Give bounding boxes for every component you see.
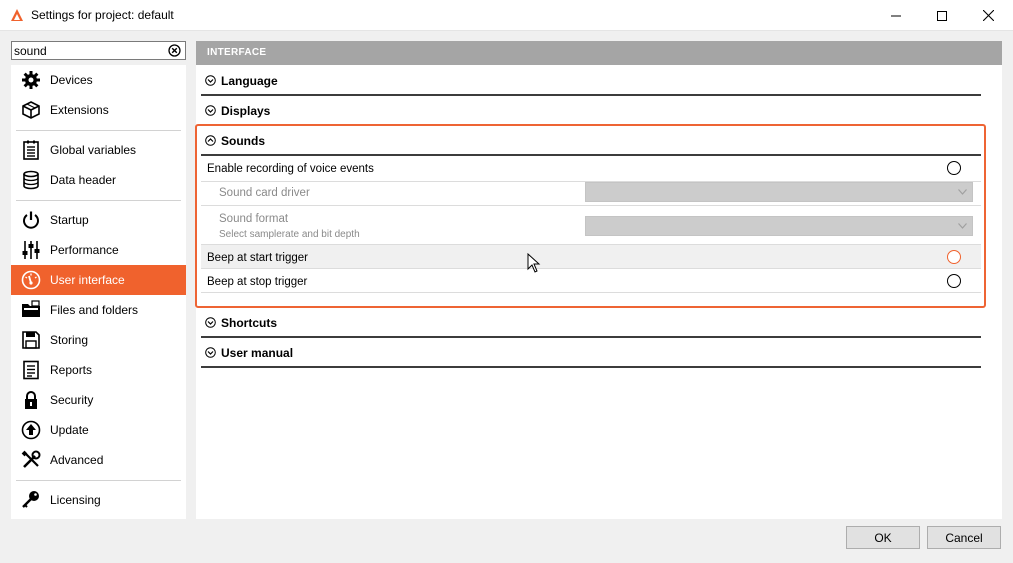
section-title: Language — [221, 74, 278, 88]
chevron-down-icon — [205, 75, 216, 86]
section-displays[interactable]: Displays — [201, 96, 981, 126]
sidebar-item-label: Data header — [50, 173, 117, 187]
minimize-button[interactable] — [873, 0, 919, 31]
sidebar-item-licensing[interactable]: Licensing — [11, 485, 186, 515]
sidebar-item-user-interface[interactable]: User interface — [11, 265, 186, 295]
sidebar-divider — [16, 200, 181, 201]
sidebar-item-advanced[interactable]: Advanced — [11, 445, 186, 475]
mouse-cursor-icon — [527, 253, 541, 273]
chevron-down-icon — [205, 317, 216, 328]
cube-icon — [22, 101, 40, 119]
panel-title: INTERFACE — [207, 47, 267, 58]
section-title: Shortcuts — [221, 316, 278, 330]
sidebar-divider — [16, 480, 181, 481]
sidebar-item-label: Devices — [50, 73, 93, 87]
sidebar-item-startup[interactable]: Startup — [11, 205, 186, 235]
padlock-icon — [25, 391, 37, 409]
sidebar-item-storing[interactable]: Storing — [11, 325, 186, 355]
sidebar-item-data-header[interactable]: Data header — [11, 165, 186, 195]
section-title: User manual — [221, 346, 294, 360]
window-title: Settings for project: default — [31, 8, 174, 22]
sounds-highlight-box — [195, 124, 986, 308]
update-arrow-icon — [21, 420, 41, 440]
sidebar-item-label: Performance — [50, 243, 119, 257]
panel-header: INTERFACE — [196, 41, 1002, 65]
sidebar-item-performance[interactable]: Performance — [11, 235, 186, 265]
sidebar-item-label: Update — [50, 423, 89, 437]
power-icon — [23, 211, 39, 229]
chevron-down-icon — [205, 347, 216, 358]
sidebar-item-reports[interactable]: Reports — [11, 355, 186, 385]
sidebar-item-label: Extensions — [50, 103, 109, 117]
gauge-icon — [21, 270, 41, 290]
sidebar-item-label: Security — [50, 393, 94, 407]
sliders-icon — [22, 241, 40, 259]
ok-button[interactable]: OK — [846, 526, 920, 549]
list-document-icon — [23, 140, 39, 160]
section-user-manual[interactable]: User manual — [201, 338, 981, 368]
sidebar-item-extensions[interactable]: Extensions — [11, 95, 186, 125]
section-language[interactable]: Language — [201, 66, 981, 96]
database-icon — [23, 170, 39, 190]
sidebar-item-devices[interactable]: Devices — [11, 65, 186, 95]
cancel-button[interactable]: Cancel — [927, 526, 1001, 549]
close-icon — [982, 10, 994, 21]
app-logo-icon — [11, 9, 23, 21]
sidebar-item-label: Licensing — [50, 493, 101, 507]
sidebar-item-label: Startup — [50, 213, 89, 227]
section-title: Displays — [221, 104, 271, 118]
settings-search[interactable] — [11, 41, 186, 60]
gear-icon — [22, 71, 40, 89]
key-icon — [22, 491, 39, 508]
sidebar-item-label: Global variables — [50, 143, 137, 157]
clear-circle-icon[interactable] — [168, 44, 181, 57]
close-button[interactable] — [965, 0, 1011, 31]
maximize-icon — [937, 10, 947, 21]
search-input[interactable] — [14, 43, 164, 58]
sidebar-item-update[interactable]: Update — [11, 415, 186, 445]
title-bar: Settings for project: default — [0, 0, 1013, 31]
sidebar-item-label: Storing — [50, 333, 89, 347]
section-shortcuts[interactable]: Shortcuts — [201, 308, 981, 338]
sidebar-item-global-variables[interactable]: Global variables — [11, 135, 186, 165]
chevron-down-icon — [205, 105, 216, 116]
sidebar-item-label: User interface — [50, 273, 125, 287]
sidebar-item-label: Reports — [50, 363, 93, 377]
folder-icon — [22, 300, 40, 317]
settings-sidebar: Devices Extensions Global variables Data… — [11, 65, 186, 519]
maximize-button[interactable] — [919, 0, 965, 31]
sidebar-item-security[interactable]: Security — [11, 385, 186, 415]
sidebar-item-files-and-folders[interactable]: Files and folders — [11, 295, 186, 325]
sidebar-divider — [16, 130, 181, 131]
floppy-disk-icon — [22, 331, 40, 349]
tools-icon — [21, 450, 41, 468]
sidebar-item-label: Advanced — [50, 453, 104, 467]
sidebar-item-label: Files and folders — [50, 303, 139, 317]
minimize-icon — [891, 15, 901, 16]
report-icon — [23, 360, 39, 380]
